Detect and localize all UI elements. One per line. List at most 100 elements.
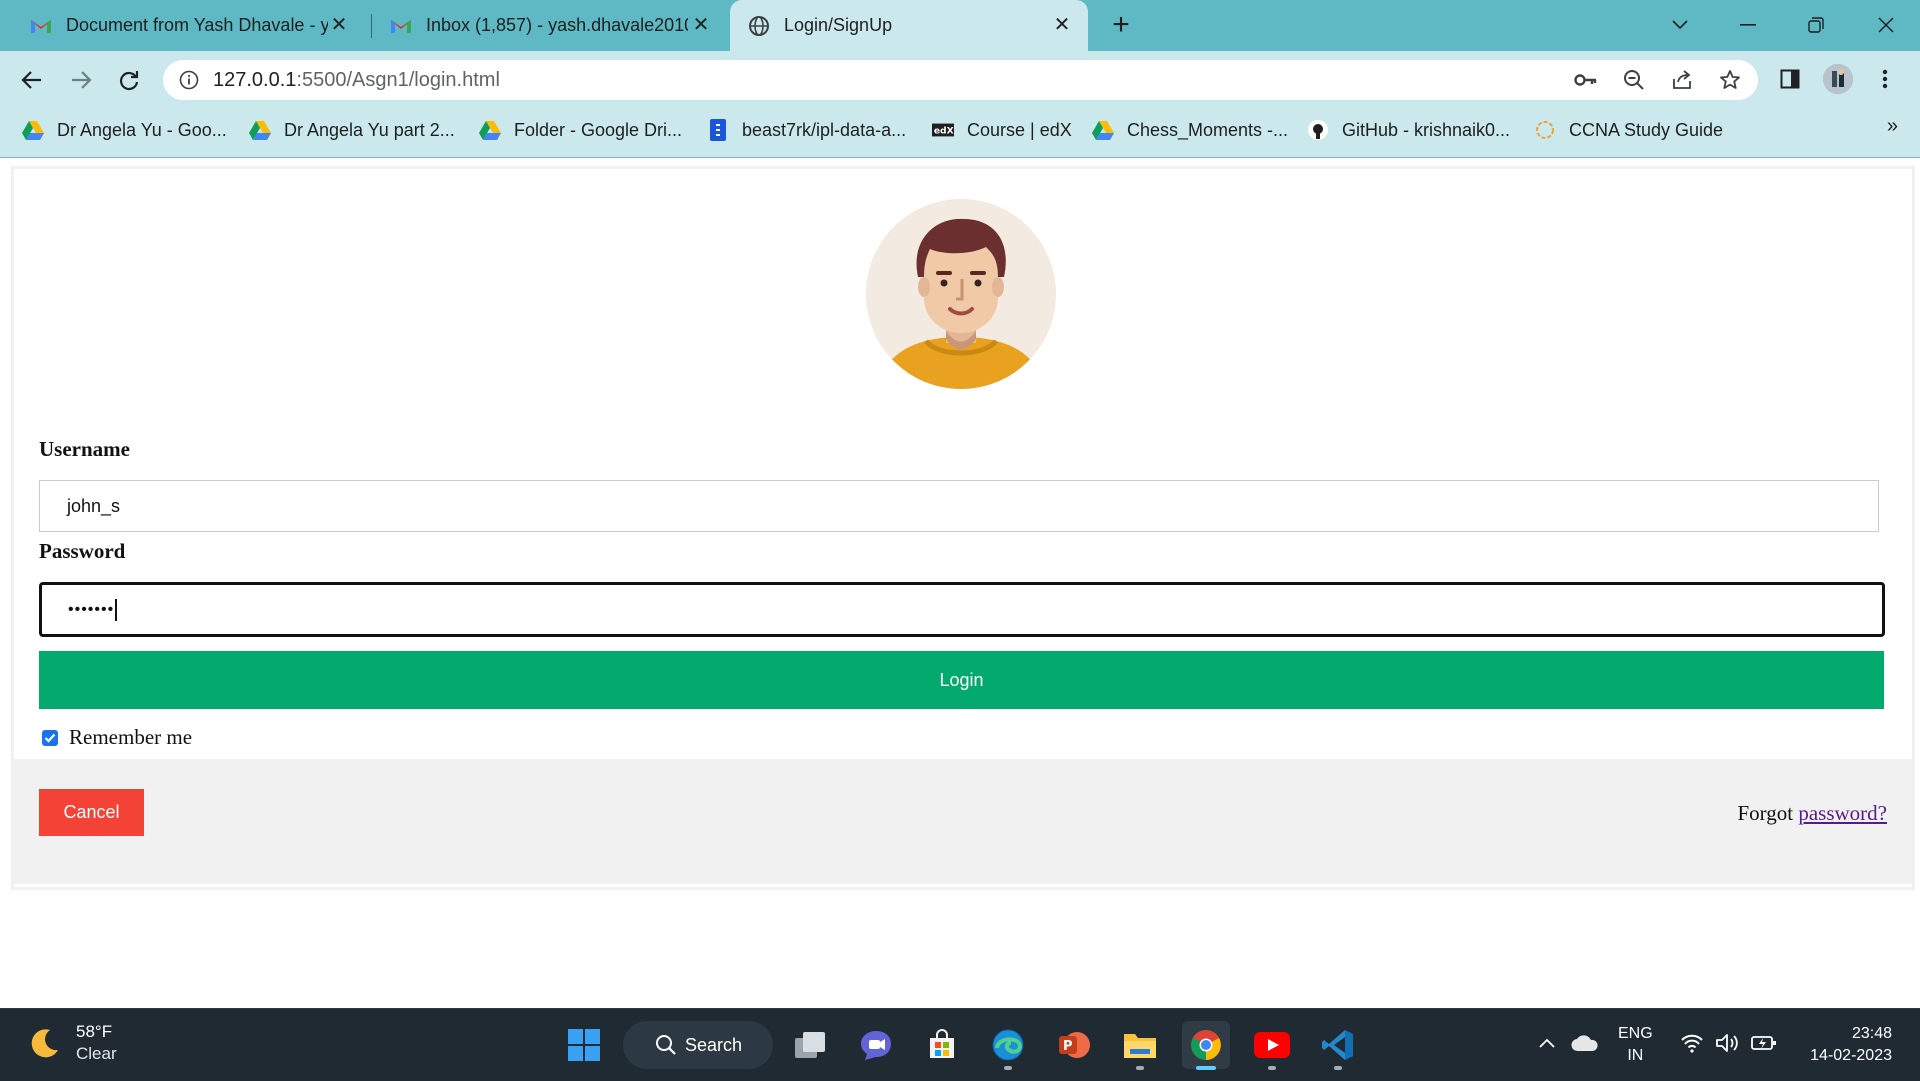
avatar-illustration — [866, 199, 1056, 389]
close-icon[interactable]: ✕ — [327, 13, 351, 37]
bookmark-star-icon[interactable] — [1718, 68, 1742, 92]
file-explorer-button[interactable] — [1116, 1021, 1164, 1070]
task-view-icon — [795, 1032, 825, 1058]
system-clock[interactable]: 23:48 14-02-2023 — [1810, 1023, 1892, 1067]
vscode-icon — [1322, 1030, 1353, 1060]
bookmark-label: CCNA Study Guide — [1569, 119, 1724, 140]
back-button[interactable] — [15, 63, 49, 97]
username-label: Username — [39, 437, 130, 461]
windows-taskbar: 58°F Clear Search P ENG IN 23:48 14-02-2… — [0, 1008, 1920, 1081]
url-text: 127.0.0.1:5500/Asgn1/login.html — [213, 69, 500, 92]
wifi-icon[interactable] — [1678, 1029, 1706, 1057]
tab-gmail-document[interactable]: Document from Yash Dhavale - y ✕ — [0, 0, 365, 51]
powerpoint-button[interactable]: P — [1050, 1021, 1098, 1069]
youtube-button[interactable] — [1248, 1021, 1296, 1070]
tab-title: Login/SignUp — [784, 15, 893, 35]
chevron-up-icon — [1539, 1038, 1555, 1048]
minimize-icon[interactable] — [1728, 8, 1768, 42]
battery-icon[interactable] — [1750, 1029, 1778, 1057]
running-indicator — [1004, 1066, 1012, 1070]
bookmark-item[interactable]: GitHub - krishnaik0... — [1307, 117, 1510, 143]
forgot-prefix: Forgot — [1737, 801, 1799, 825]
checkmark-icon — [44, 733, 56, 743]
remember-me: Remember me — [42, 725, 192, 750]
search-label: Search — [685, 1034, 743, 1055]
chrome-button[interactable] — [1182, 1021, 1230, 1070]
key-icon[interactable] — [1574, 68, 1598, 92]
bookmark-item[interactable]: edX Course | edX — [932, 117, 1072, 143]
tab-login-signup[interactable]: Login/SignUp ✕ — [730, 0, 1088, 51]
close-icon[interactable]: ✕ — [1050, 13, 1074, 37]
bookmark-item[interactable]: Dr Angela Yu part 2... — [249, 117, 455, 143]
forgot-password-link[interactable]: password? — [1798, 801, 1887, 825]
bookmark-item[interactable]: Chess_Moments -... — [1092, 117, 1288, 143]
bookmark-label: Dr Angela Yu - Goo... — [57, 119, 227, 140]
bookmark-item[interactable]: Folder - Google Dri... — [479, 117, 682, 143]
bookmark-label: Dr Angela Yu part 2... — [284, 119, 455, 140]
show-hidden-icons[interactable] — [1535, 1029, 1559, 1057]
vscode-button[interactable] — [1314, 1021, 1362, 1070]
tab-search-icon[interactable] — [1660, 8, 1700, 42]
remember-me-checkbox[interactable] — [42, 729, 58, 746]
share-icon[interactable] — [1670, 68, 1694, 92]
weather-widget[interactable]: 58°F Clear — [28, 1021, 117, 1065]
password-input[interactable]: ••••••• — [39, 582, 1885, 637]
bookmark-label: Chess_Moments -... — [1127, 119, 1289, 140]
zoom-out-icon[interactable] — [1622, 68, 1646, 92]
edge-button[interactable] — [984, 1021, 1032, 1070]
svg-text:edX: edX — [934, 126, 954, 137]
weather-condition: Clear — [76, 1044, 117, 1063]
tab-gmail-inbox[interactable]: Inbox (1,857) - yash.dhavale2010 ✕ — [372, 0, 727, 51]
region-code: IN — [1627, 1047, 1644, 1064]
youtube-icon — [1254, 1032, 1290, 1058]
language-code: ENG — [1618, 1025, 1653, 1042]
task-view-button[interactable] — [786, 1021, 834, 1069]
browser-toolbar: 127.0.0.1:5500/Asgn1/login.html Dr Angel… — [0, 51, 1920, 158]
avatar — [866, 199, 1056, 389]
bookmark-item[interactable]: Dr Angela Yu - Goo... — [22, 117, 227, 143]
side-panel-icon[interactable] — [1775, 64, 1805, 94]
windows-icon — [568, 1029, 600, 1061]
microsoft-store-button[interactable] — [918, 1021, 966, 1069]
reload-button[interactable] — [112, 63, 146, 97]
taskbar-search[interactable]: Search — [623, 1021, 773, 1069]
address-bar[interactable]: 127.0.0.1:5500/Asgn1/login.html — [163, 60, 1758, 100]
text-caret — [115, 598, 118, 621]
url-host: 127.0.0.1 — [213, 69, 297, 91]
login-button[interactable]: Login — [39, 651, 1884, 709]
cancel-button[interactable]: Cancel — [39, 789, 144, 836]
form-footer: Cancel Forgot password? — [14, 759, 1912, 884]
close-icon[interactable]: ✕ — [689, 13, 713, 37]
input-language[interactable]: ENG IN — [1618, 1023, 1653, 1067]
menu-kebab-icon[interactable] — [1870, 64, 1900, 94]
google-drive-icon — [22, 119, 44, 141]
new-tab-button[interactable]: + — [1106, 10, 1136, 41]
edx-icon: edX — [932, 119, 954, 141]
info-icon[interactable] — [179, 70, 199, 90]
tab-title: Inbox (1,857) - yash.dhavale2010 — [426, 15, 688, 35]
google-drive-icon — [249, 119, 271, 141]
profile-avatar[interactable] — [1823, 64, 1853, 94]
volume-icon[interactable] — [1714, 1029, 1742, 1057]
bookmark-label: GitHub - krishnaik0... — [1342, 119, 1511, 140]
restore-icon[interactable] — [1796, 8, 1836, 42]
google-drive-icon — [479, 119, 501, 141]
password-label: Password — [39, 539, 126, 563]
forward-button[interactable] — [64, 63, 98, 97]
onedrive-icon[interactable] — [1570, 1029, 1600, 1057]
bookmark-label: beast7rk/ipl-data-a... — [742, 119, 907, 140]
username-input[interactable]: john_s — [39, 480, 1879, 532]
globe-icon — [748, 15, 770, 37]
bookmark-label: Folder - Google Dri... — [514, 119, 683, 140]
svg-text:P: P — [1063, 1039, 1073, 1054]
window-close-icon[interactable] — [1866, 8, 1906, 42]
search-icon — [656, 1035, 676, 1055]
page-viewport: Username john_s Password ••••••• Login R… — [0, 158, 1920, 1008]
start-button[interactable] — [560, 1021, 608, 1069]
teams-chat-button[interactable] — [852, 1021, 900, 1069]
running-indicator — [1196, 1066, 1216, 1070]
bookmarks-overflow-icon[interactable]: » — [1887, 115, 1898, 138]
bookmark-item[interactable]: beast7rk/ipl-data-a... — [707, 117, 906, 143]
gmail-icon — [30, 15, 52, 37]
bookmark-item[interactable]: CCNA Study Guide — [1534, 117, 1723, 143]
